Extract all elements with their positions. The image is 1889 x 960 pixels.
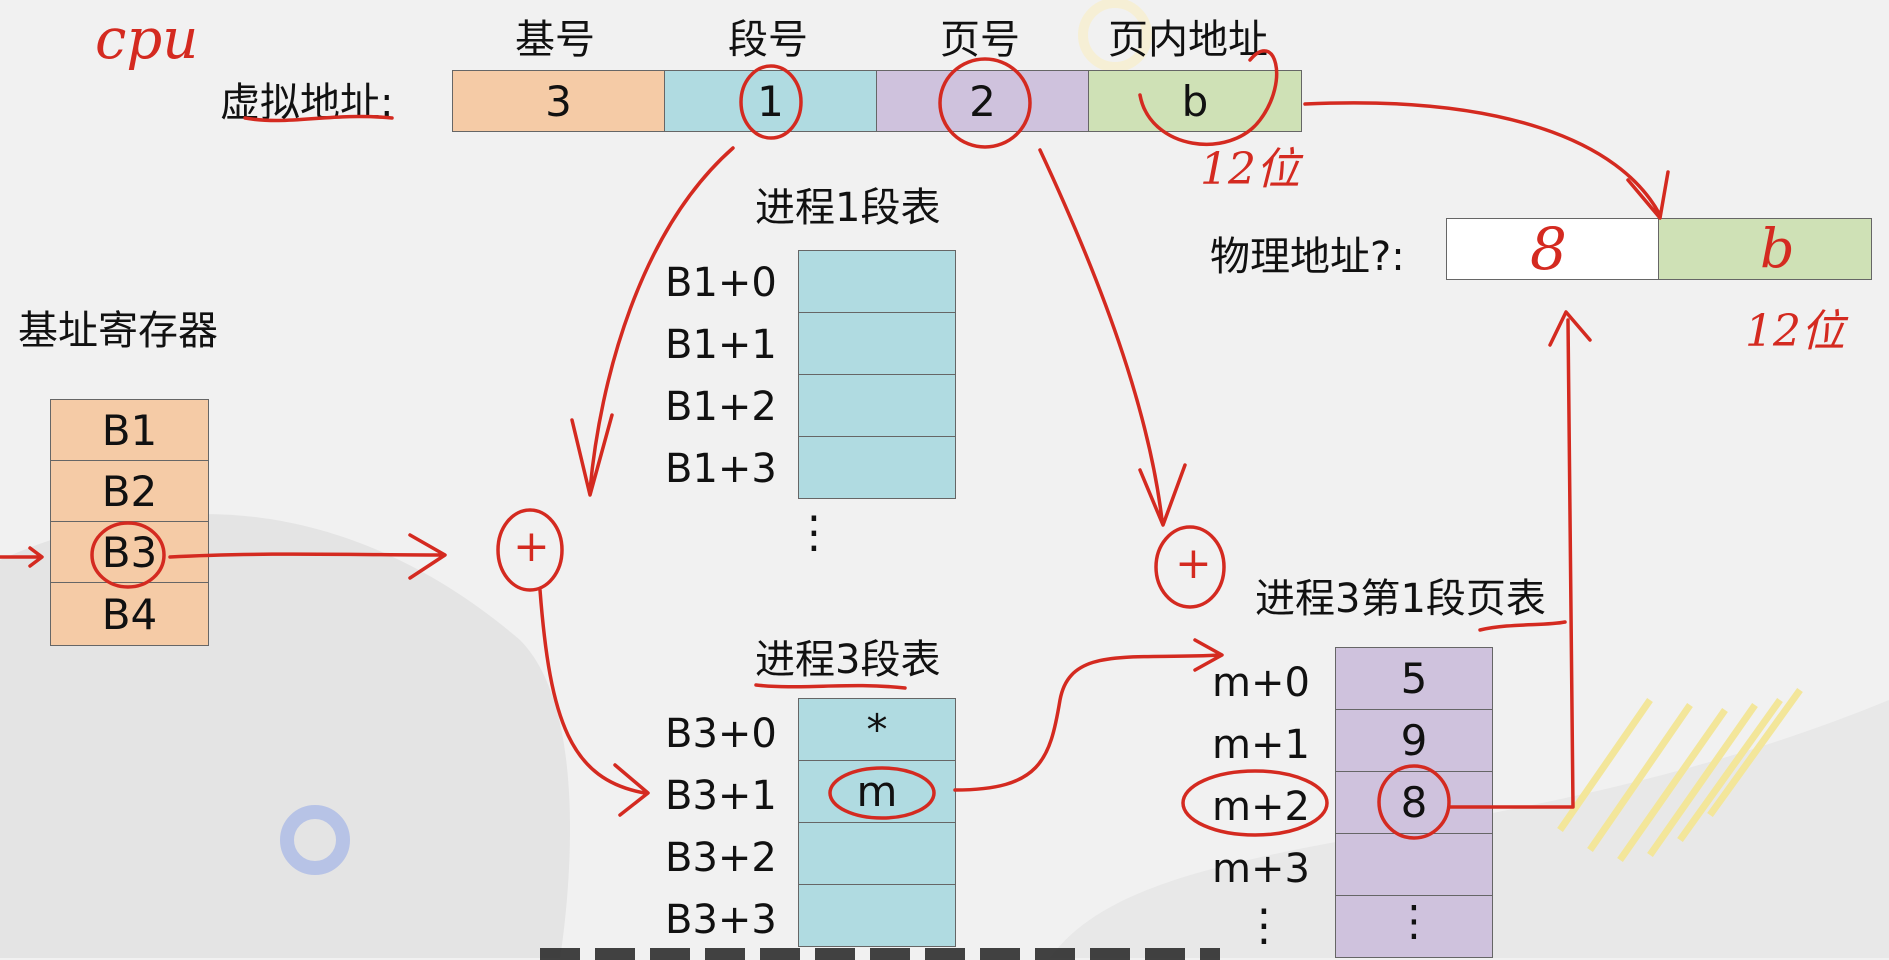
- circle-segment-number: [739, 64, 803, 140]
- arrow-b3-to-adder: [168, 533, 447, 580]
- arrow-adder-to-b3plus1: [538, 588, 650, 817]
- circle-page-number: [938, 57, 1032, 149]
- underline-virtual-address: [243, 114, 394, 123]
- arrow-8-to-physical-frame: [1448, 310, 1592, 809]
- arrow-offset-to-physical: [1303, 101, 1670, 220]
- handwritten-annotations: [0, 49, 1670, 840]
- circle-b3: [90, 521, 166, 589]
- circle-offset: [1138, 49, 1279, 147]
- underline-segment-table-3: [754, 683, 907, 690]
- circle-m: [828, 766, 936, 820]
- arrow-page-to-adder: [1038, 148, 1187, 527]
- annotation-cpu: cpu: [95, 7, 199, 72]
- arrow-into-b3: [0, 546, 44, 568]
- annotation-plus-right: +: [1175, 538, 1212, 589]
- arrow-m-to-page-table: [953, 638, 1224, 792]
- annotation-frame-8: 8: [1530, 215, 1567, 283]
- annotation-12bit-virtual: 12位: [1200, 144, 1300, 195]
- circle-m2: [1181, 769, 1329, 837]
- bottom-cut-text: [540, 948, 1220, 960]
- annotation-12bit-physical: 12位: [1745, 306, 1845, 357]
- circle-frame-8: [1377, 764, 1451, 840]
- annotation-plus-left: +: [513, 521, 550, 572]
- underline-page-table-title: [1478, 620, 1567, 632]
- arrow-segment-to-adder: [570, 146, 735, 497]
- annotation-offset-b: b: [1760, 217, 1795, 280]
